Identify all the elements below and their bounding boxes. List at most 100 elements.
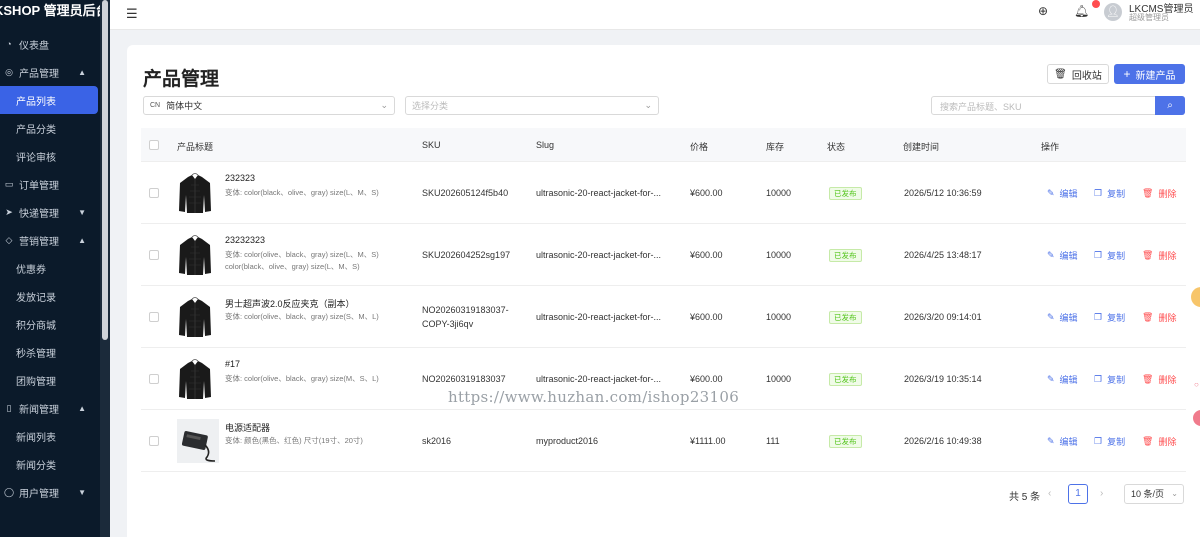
column-header-sku: SKU — [422, 140, 441, 150]
product-price: ¥600.00 — [690, 250, 723, 260]
copy-button[interactable]: ❐ 复制 — [1094, 435, 1125, 448]
product-created-time: 2026/3/20 09:14:01 — [904, 312, 982, 322]
product-stock: 111 — [766, 436, 780, 446]
recycle-bin-button[interactable]: 🗑︎ 回收站 — [1047, 64, 1109, 84]
product-title[interactable]: #17 — [225, 359, 240, 369]
product-title[interactable]: 男士超声波2.0反应夹克（副本） — [225, 297, 355, 310]
edit-button[interactable]: ✎ 编辑 — [1047, 435, 1078, 448]
product-thumbnail-image — [177, 419, 219, 463]
sidebar-item-label: 仪表盘 — [19, 40, 49, 52]
product-created-time: 2026/3/19 10:35:14 — [904, 374, 982, 384]
sidebar-item-marketing[interactable]: ◇ 营销管理 ▲ — [0, 226, 100, 254]
new-product-button[interactable]: + 新建产品 — [1114, 64, 1185, 84]
chevron-up-icon: ▲ — [78, 67, 86, 77]
search-input[interactable]: 搜索产品标题、SKU ⌕ — [931, 96, 1185, 115]
product-title[interactable]: 电源适配器 — [225, 421, 270, 434]
row-checkbox[interactable] — [149, 436, 159, 446]
edit-button[interactable]: ✎ 编辑 — [1047, 373, 1078, 386]
copy-button[interactable]: ❐ 复制 — [1094, 373, 1125, 386]
edit-button[interactable]: ✎ 编辑 — [1047, 187, 1078, 200]
sidebar-item-review[interactable]: 评论审核 — [0, 142, 100, 170]
sidebar-item-label: 产品管理 — [19, 68, 59, 80]
sidebar-item-users[interactable]: ◯ 用户管理 ▼ — [0, 478, 100, 506]
copy-button[interactable]: ❐ 复制 — [1094, 187, 1125, 200]
sidebar-item-issue-record[interactable]: 发放记录 — [0, 282, 100, 310]
delete-button[interactable]: 🗑︎ 删除 — [1142, 435, 1176, 448]
sidebar-item-news-category[interactable]: 新闻分类 — [0, 450, 100, 478]
sidebar-item-dashboard[interactable]: ◔ 仪表盘 — [0, 30, 100, 58]
file-icon: ▭ — [4, 179, 14, 189]
row-checkbox[interactable] — [149, 250, 159, 260]
edit-button[interactable]: ✎ 编辑 — [1047, 311, 1078, 324]
sidebar-item-group-buy[interactable]: 团购管理 — [0, 366, 100, 394]
category-select[interactable]: 选择分类 ⌄ — [405, 96, 659, 115]
sidebar-item-label: 用户管理 — [19, 488, 59, 500]
chevron-up-icon: ▲ — [78, 235, 86, 245]
next-page-icon[interactable]: › — [1100, 488, 1103, 499]
select-all-checkbox[interactable] — [149, 140, 159, 150]
status-badge: 已发布 — [829, 249, 862, 262]
sidebar-item-orders[interactable]: ▭ 订单管理 — [0, 170, 100, 198]
sidebar-item-news-list[interactable]: 新闻列表 — [0, 422, 100, 450]
sidebar-item-product-category[interactable]: 产品分类 — [0, 114, 100, 142]
sidebar-item-coupon[interactable]: 优惠券 — [0, 254, 100, 282]
copy-button[interactable]: ❐ 复制 — [1094, 311, 1125, 324]
row-checkbox[interactable] — [149, 374, 159, 384]
category-placeholder: 选择分类 — [412, 101, 449, 111]
sidebar-item-label: 优惠券 — [16, 264, 46, 276]
search-button[interactable]: ⌕ — [1155, 96, 1185, 115]
edit-label: 编辑 — [1059, 189, 1078, 199]
chevron-down-icon: ⌄ — [644, 100, 652, 110]
copy-button[interactable]: ❐ 复制 — [1094, 249, 1125, 262]
sidebar-item-flash-sale[interactable]: 秒杀管理 — [0, 338, 100, 366]
product-thumbnail[interactable] — [177, 357, 213, 401]
edit-label: 编辑 — [1059, 251, 1078, 261]
product-title[interactable]: 23232323 — [225, 235, 265, 245]
table-row: 232323 变体: color(black、olive、gray) size(L… — [141, 162, 1186, 224]
avatar[interactable]: 👤︎ — [1104, 3, 1122, 21]
sidebar-item-news[interactable]: ▯ 新闻管理 ▲ — [0, 394, 100, 422]
product-price: ¥600.00 — [690, 188, 723, 198]
delete-button[interactable]: 🗑︎ 删除 — [1142, 311, 1176, 324]
product-thumbnail[interactable] — [177, 295, 213, 339]
sidebar-item-label: 团购管理 — [16, 376, 56, 388]
product-thumbnail[interactable] — [177, 171, 213, 215]
sidebar-item-products[interactable]: ◎ 产品管理 ▲ — [0, 58, 100, 86]
copy-icon: ❐ — [1094, 374, 1103, 384]
sidebar-scrollbar-thumb[interactable] — [102, 0, 108, 340]
sidebar-item-product-list[interactable]: 产品列表 — [0, 86, 98, 114]
sidebar-item-label: 新闻列表 — [16, 432, 56, 444]
language-select[interactable]: CN 简体中文 ⌄ — [143, 96, 395, 115]
product-stock: 10000 — [766, 250, 792, 260]
prev-page-icon[interactable]: ‹ — [1048, 488, 1051, 499]
row-checkbox[interactable] — [149, 312, 159, 322]
floating-text-icon: ○ — [1194, 380, 1199, 389]
delete-button[interactable]: 🗑︎ 删除 — [1142, 373, 1176, 386]
language-globe-icon[interactable]: ⊕ — [1038, 4, 1048, 18]
delete-button[interactable]: 🗑︎ 删除 — [1142, 249, 1176, 262]
trash-icon: 🗑︎ — [1142, 250, 1154, 260]
row-checkbox[interactable] — [149, 188, 159, 198]
pagination-total: 共 5 条 — [1009, 492, 1041, 503]
product-title[interactable]: 232323 — [225, 173, 255, 183]
product-thumbnail[interactable] — [177, 419, 219, 463]
product-thumbnail[interactable] — [177, 233, 213, 277]
product-price: ¥1111.00 — [690, 436, 726, 446]
product-variant: 变体: color(olive、black、gray) size(L、M、S) — [225, 250, 379, 259]
sidebar-item-points-mall[interactable]: 积分商城 — [0, 310, 100, 338]
sidebar-item-express[interactable]: ➤ 快递管理 ▼ — [0, 198, 100, 226]
sidebar-item-label: 新闻管理 — [19, 404, 59, 416]
product-sku: SKU202605124f5b40 — [422, 188, 509, 198]
chevron-up-icon: ▲ — [78, 403, 86, 413]
book-icon: ▯ — [6, 403, 12, 413]
product-stock: 10000 — [766, 312, 792, 322]
delete-button[interactable]: 🗑︎ 删除 — [1142, 187, 1176, 200]
bell-icon[interactable]: 🔔︎ — [1074, 4, 1089, 18]
edit-label: 编辑 — [1059, 375, 1078, 385]
page-size-select[interactable]: 10 条/页 ⌄ — [1124, 484, 1184, 504]
product-slug: ultrasonic-20-react-jacket-for-... — [536, 374, 662, 384]
menu-toggle-icon[interactable]: ☰ — [126, 6, 138, 22]
sidebar-item-label: 快递管理 — [19, 208, 59, 220]
current-page-button[interactable]: 1 — [1068, 484, 1088, 504]
edit-button[interactable]: ✎ 编辑 — [1047, 249, 1078, 262]
